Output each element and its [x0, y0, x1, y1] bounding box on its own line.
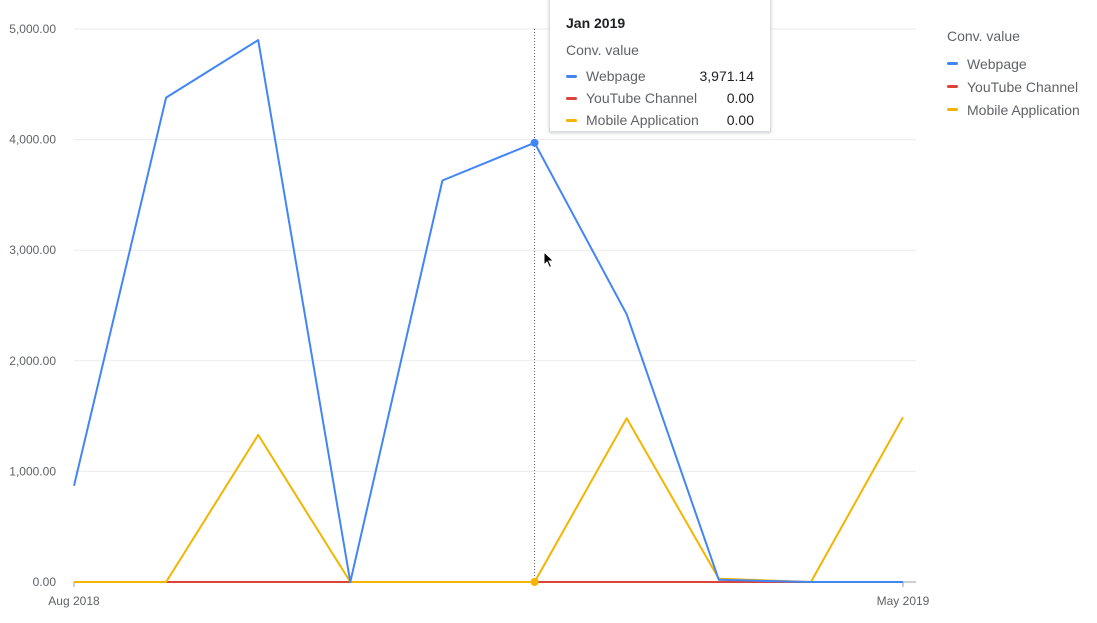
x-axis: Aug 2018 May 2019	[48, 581, 930, 608]
x-tick-label: Aug 2018	[48, 594, 100, 608]
tooltip-subtitle: Conv. value	[566, 42, 639, 58]
y-axis-ticks: 0.00 1,000.00 2,000.00 3,000.00 4,000.00 5,00…	[9, 22, 56, 589]
legend-swatch-youtube-channel	[947, 85, 958, 88]
tooltip-swatch-webpage	[566, 74, 577, 78]
legend-label: Mobile Application	[967, 101, 1080, 118]
y-tick-label: 0.00	[33, 575, 57, 589]
legend-item-youtube-channel[interactable]: YouTube Channel	[947, 75, 1080, 98]
hover-point-webpage	[530, 138, 539, 147]
legend-label: Webpage	[967, 55, 1027, 72]
tooltip-row-youtube-channel: YouTube Channel 0.00	[566, 87, 754, 109]
y-tick-label: 1,000.00	[9, 464, 56, 478]
legend-swatch-webpage	[947, 62, 958, 65]
hover-indicator	[530, 29, 539, 586]
series-lines	[73, 39, 904, 583]
tooltip-row-mobile-application: Mobile Application 0.00	[566, 109, 754, 131]
tooltip-title: Jan 2019	[566, 15, 626, 31]
legend-item-mobile-application[interactable]: Mobile Application	[947, 98, 1080, 121]
tooltip-label: Mobile Application	[586, 112, 699, 128]
legend-swatch-mobile-application	[947, 108, 958, 111]
y-tick-label: 4,000.00	[9, 133, 56, 147]
legend-title: Conv. value	[947, 28, 1020, 44]
tooltip-swatch-youtube-channel	[566, 96, 577, 100]
tooltip-swatch-mobile-application	[566, 118, 577, 122]
x-tick-label: May 2019	[877, 594, 930, 608]
series-line-mobile-application	[74, 416, 904, 583]
tooltip-value: 0.00	[726, 90, 754, 106]
tooltip-label: YouTube Channel	[586, 90, 698, 106]
tooltip-value: 3,971.14	[699, 68, 755, 84]
chart-tooltip: Jan 2019 Conv. value Webpage 3,971.14 Yo…	[549, 0, 771, 132]
legend-label: YouTube Channel	[967, 78, 1079, 95]
tooltip-label: Webpage	[586, 68, 646, 84]
hover-point-mobile-application	[530, 578, 539, 586]
mouse-cursor-icon	[543, 251, 555, 269]
grid-lines	[74, 28, 916, 472]
y-tick-label: 3,000.00	[9, 243, 56, 257]
tooltip-row-webpage: Webpage 3,971.14	[566, 65, 754, 87]
y-tick-label: 2,000.00	[9, 354, 56, 368]
legend-item-webpage[interactable]: Webpage	[947, 52, 1080, 75]
series-line-webpage	[73, 39, 903, 583]
legend: Conv. value Webpage YouTube Channel Mobi…	[947, 28, 1080, 121]
y-tick-label: 5,000.00	[9, 22, 56, 36]
tooltip-value: 0.00	[726, 112, 754, 128]
